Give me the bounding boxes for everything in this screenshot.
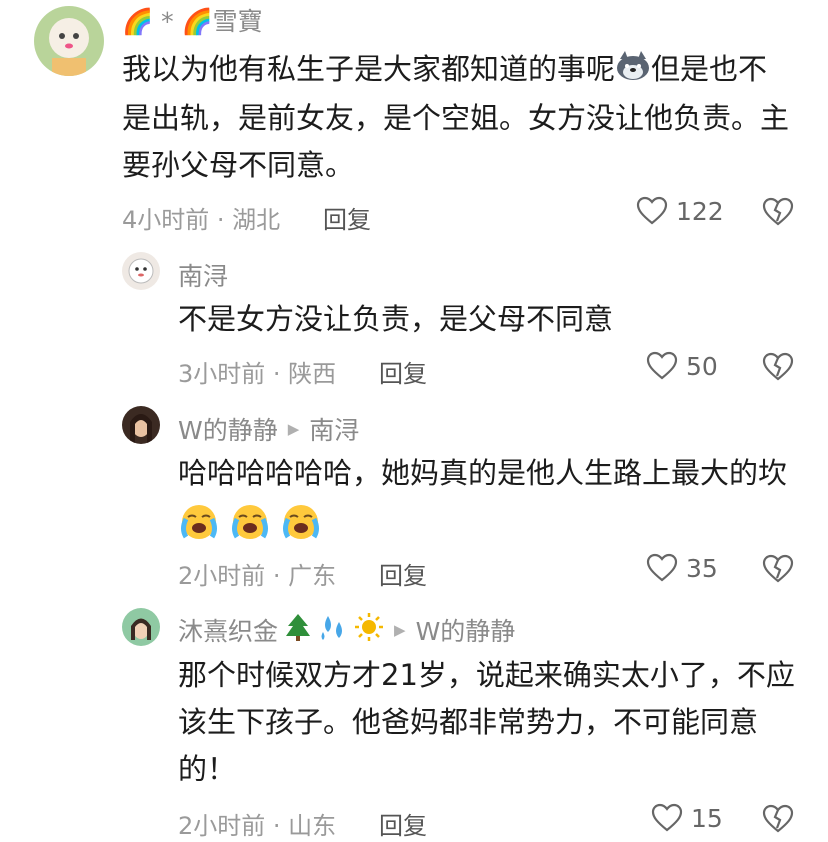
heart-outline-icon: [646, 351, 678, 381]
comment-meta: 3小时前 · 陕西: [178, 360, 337, 388]
broken-heart-icon: [762, 804, 794, 834]
triangle-right-icon: ▶: [287, 420, 300, 438]
like-count: 122: [676, 196, 724, 226]
like-button[interactable]: 50: [646, 351, 718, 381]
comment-text: 我以为他有私生子是大家都知道的事呢 但是也不 是出轨，是前女友，是个空姐。女方没让…: [122, 46, 802, 189]
dislike-button[interactable]: [762, 804, 794, 834]
comment-1: 🌈 * 🌈雪寶 我以为他有私生子是大家都知道的事呢 但是也不 是出轨，是前女友，是…: [0, 0, 828, 240]
comment-username[interactable]: 沐熹织金 ▶ W的静静: [178, 612, 515, 648]
like-button[interactable]: 35: [646, 553, 718, 583]
broken-heart-icon: [762, 352, 794, 382]
reply-to-user[interactable]: 南浔: [309, 411, 359, 447]
dislike-button[interactable]: [762, 197, 794, 227]
heart-outline-icon: [636, 196, 668, 226]
like-button[interactable]: 122: [636, 196, 724, 226]
avatar[interactable]: [34, 6, 104, 76]
dislike-button[interactable]: [762, 352, 794, 382]
dislike-button[interactable]: [762, 554, 794, 584]
reply-button[interactable]: 回复: [379, 354, 427, 389]
comment-meta: 2小时前 · 广东: [178, 562, 337, 590]
wolf-face-icon: [615, 48, 651, 95]
reply-to-user[interactable]: W的静静: [416, 612, 516, 648]
like-count: 15: [691, 803, 723, 833]
comment-meta: 4小时前 · 湖北: [122, 206, 281, 234]
crying-face-icon: [280, 501, 322, 555]
comment-text: 哈哈哈哈哈哈，她妈真的是他人生路上最大的坎: [178, 450, 808, 547]
comment-text: 不是女方没让负责，是父母不同意: [178, 302, 614, 336]
broken-heart-icon: [762, 197, 794, 227]
sweat-droplets-icon: [318, 612, 348, 648]
comment-username[interactable]: W的静静 ▶ 南浔: [178, 411, 359, 447]
triangle-right-icon: ▶: [394, 621, 406, 639]
crying-face-icon: [178, 501, 220, 555]
emoji-row: [178, 501, 808, 547]
crying-face-icon: [229, 501, 271, 555]
reply-button[interactable]: 回复: [379, 806, 427, 841]
like-count: 35: [686, 553, 718, 583]
comment-text: 那个时候双方才21岁，说起来确实太小了，不应 该生下孩子。他爸妈都非常势力，不可…: [178, 658, 795, 786]
heart-outline-icon: [646, 553, 678, 583]
avatar[interactable]: [122, 608, 160, 646]
comment-username[interactable]: 南浔: [178, 257, 228, 293]
broken-heart-icon: [762, 554, 794, 584]
like-button[interactable]: 15: [651, 803, 723, 833]
avatar[interactable]: [122, 252, 160, 290]
reply-button[interactable]: 回复: [323, 200, 371, 235]
like-count: 50: [686, 351, 718, 381]
comment-meta: 2小时前 · 山东: [178, 812, 337, 840]
heart-outline-icon: [651, 803, 683, 833]
christmas-tree-icon: [284, 612, 312, 648]
comment-username[interactable]: 🌈 * 🌈雪寶: [122, 2, 263, 38]
avatar[interactable]: [122, 406, 160, 444]
sun-icon: [354, 612, 384, 648]
reply-button[interactable]: 回复: [379, 556, 427, 591]
